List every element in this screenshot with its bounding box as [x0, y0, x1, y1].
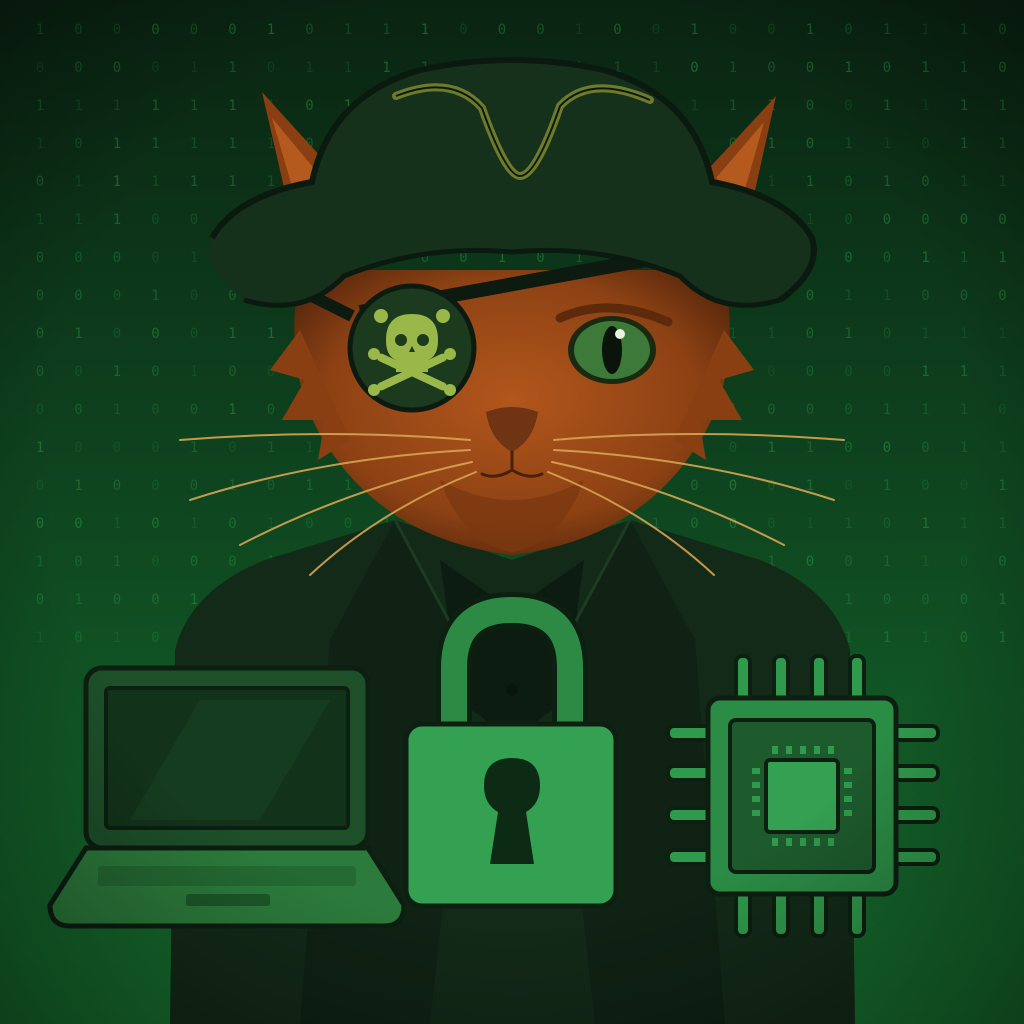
- illustration-canvas: 1011010000010010100101100100010010001111…: [0, 0, 1024, 1024]
- pirate-cat-hacker-illustration: 1011010000010010100101100100010010001111…: [0, 0, 1024, 1024]
- vignette-overlay: [0, 0, 1024, 1024]
